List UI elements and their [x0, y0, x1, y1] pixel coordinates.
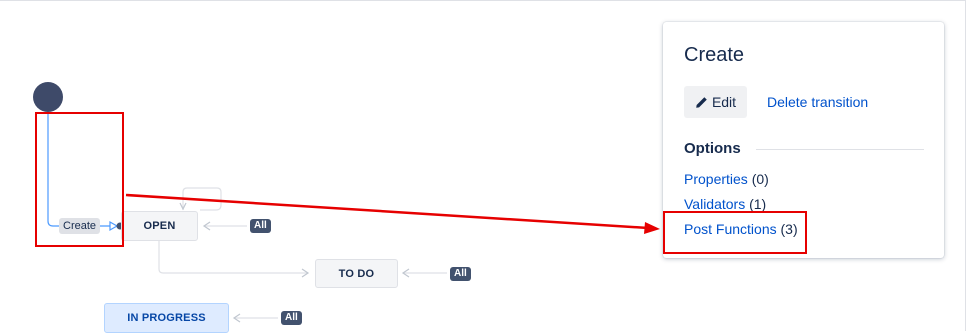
annotation-box-create-transition	[35, 112, 124, 247]
pencil-icon	[696, 96, 707, 108]
options-heading: Options	[684, 140, 741, 157]
validators-label: Validators	[684, 196, 746, 212]
properties-count: (0)	[751, 171, 769, 187]
annotation-arrowhead	[644, 222, 660, 234]
open-to-todo-line[interactable]	[158, 241, 308, 274]
status-open[interactable]: OPEN	[121, 211, 198, 241]
edit-button[interactable]: Edit	[684, 86, 747, 118]
validators-link[interactable]: Validators (1)	[684, 196, 766, 212]
status-todo[interactable]: TO DO	[315, 259, 398, 288]
all-badge-todo[interactable]: All	[450, 267, 471, 281]
annotation-box-post-functions	[663, 211, 807, 254]
status-in-progress[interactable]: IN PROGRESS	[104, 303, 229, 333]
delete-transition-link[interactable]: Delete transition	[767, 94, 868, 110]
validators-count: (1)	[749, 196, 767, 212]
panel-title: Create	[684, 44, 745, 66]
all-badge-open[interactable]: All	[250, 219, 271, 233]
annotation-arrow-line	[125, 193, 649, 230]
properties-link[interactable]: Properties (0)	[684, 171, 769, 187]
properties-label: Properties	[684, 171, 748, 187]
options-divider	[756, 149, 924, 150]
all-badge-in-progress[interactable]: All	[281, 311, 302, 325]
edit-button-label: Edit	[711, 94, 737, 110]
start-node[interactable]	[33, 82, 63, 112]
